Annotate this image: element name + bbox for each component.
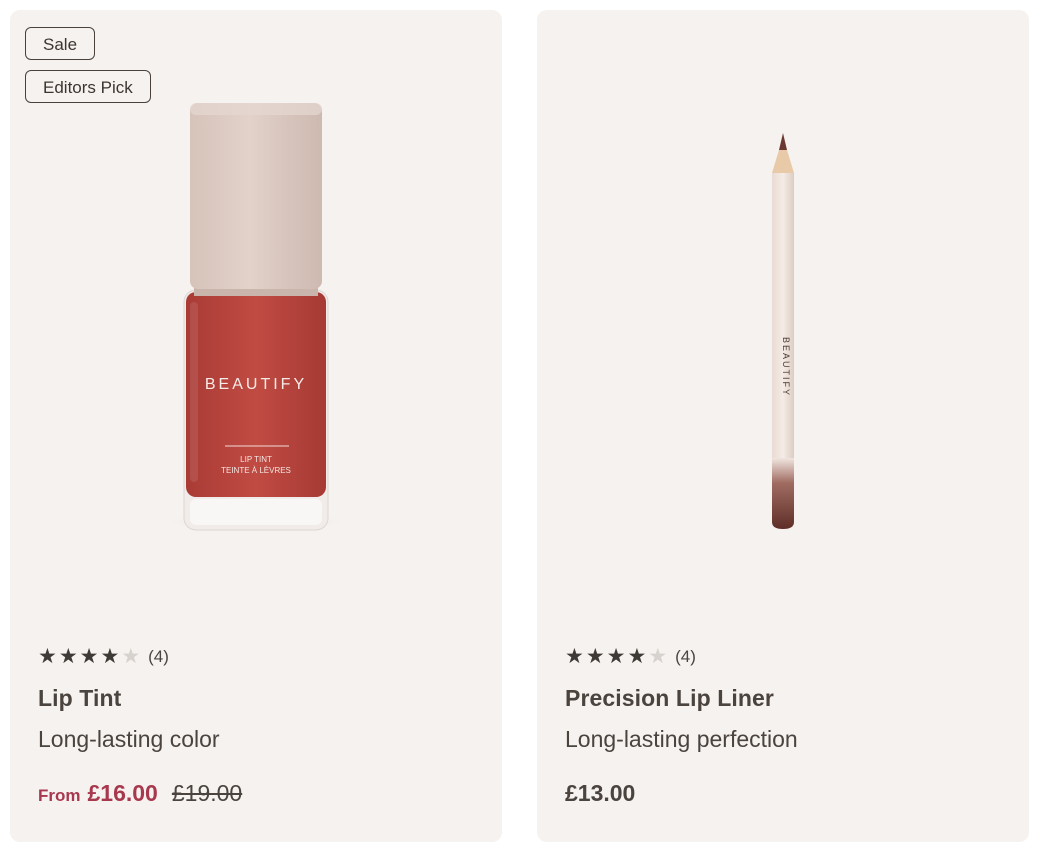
product-name[interactable]: Precision Lip Liner	[565, 685, 1001, 712]
price-row: From £16.00 £19.00	[38, 780, 474, 807]
original-price: £19.00	[171, 780, 243, 806]
product-description: Long-lasting perfection	[565, 726, 798, 752]
star-icon: ★	[58, 645, 78, 668]
price-prefix: From	[38, 786, 81, 805]
star-icon: ★	[627, 645, 647, 668]
bottle-label-line2: TEINTE À LÈVRES	[221, 466, 291, 475]
review-count: (4)	[675, 647, 696, 666]
star-icon: ★	[606, 645, 626, 668]
product-card-lip-tint[interactable]: BEAUTIFY LIP TINT TEINTE À LÈVRES Sale E…	[10, 10, 502, 842]
review-count: (4)	[148, 647, 169, 666]
sale-price: £16.00	[87, 780, 158, 806]
lip-liner-pencil-image: BEAUTIFY	[772, 133, 794, 529]
product-image[interactable]: BEAUTIFY	[537, 10, 1029, 610]
sale-badge: Sale	[25, 27, 96, 60]
pencil-brand-text: BEAUTIFY	[781, 337, 791, 397]
price: £13.00	[565, 780, 636, 806]
product-info: ★ ★ ★ ★ ★ (4) Precision Lip Liner Long-l…	[565, 646, 1001, 807]
star-empty-icon: ★	[648, 645, 668, 668]
star-rating: ★ ★ ★ ★ ★ (4)	[565, 646, 1001, 668]
product-info: ★ ★ ★ ★ ★ (4) Lip Tint Long-lasting colo…	[38, 646, 474, 807]
star-icon: ★	[100, 645, 120, 668]
star-icon: ★	[565, 645, 584, 668]
product-grid: BEAUTIFY LIP TINT TEINTE À LÈVRES Sale E…	[0, 0, 1038, 852]
bottle-label-line1: LIP TINT	[240, 455, 272, 464]
product-card-precision-lip-liner[interactable]: BEAUTIFY ★ ★ ★ ★ ★ (4) Precision Lip Lin…	[537, 10, 1029, 842]
star-rating: ★ ★ ★ ★ ★ (4)	[38, 646, 474, 668]
editors-pick-badge: Editors Pick	[25, 70, 151, 103]
product-name[interactable]: Lip Tint	[38, 685, 474, 712]
product-description: Long-lasting color	[38, 726, 220, 752]
badge-list: Sale Editors Pick	[25, 27, 151, 103]
star-icon: ★	[585, 645, 605, 668]
price-row: £13.00	[565, 780, 1001, 807]
bottle-brand-text: BEAUTIFY	[205, 376, 307, 393]
star-icon: ★	[38, 645, 57, 668]
star-icon: ★	[79, 645, 99, 668]
star-empty-icon: ★	[121, 645, 141, 668]
